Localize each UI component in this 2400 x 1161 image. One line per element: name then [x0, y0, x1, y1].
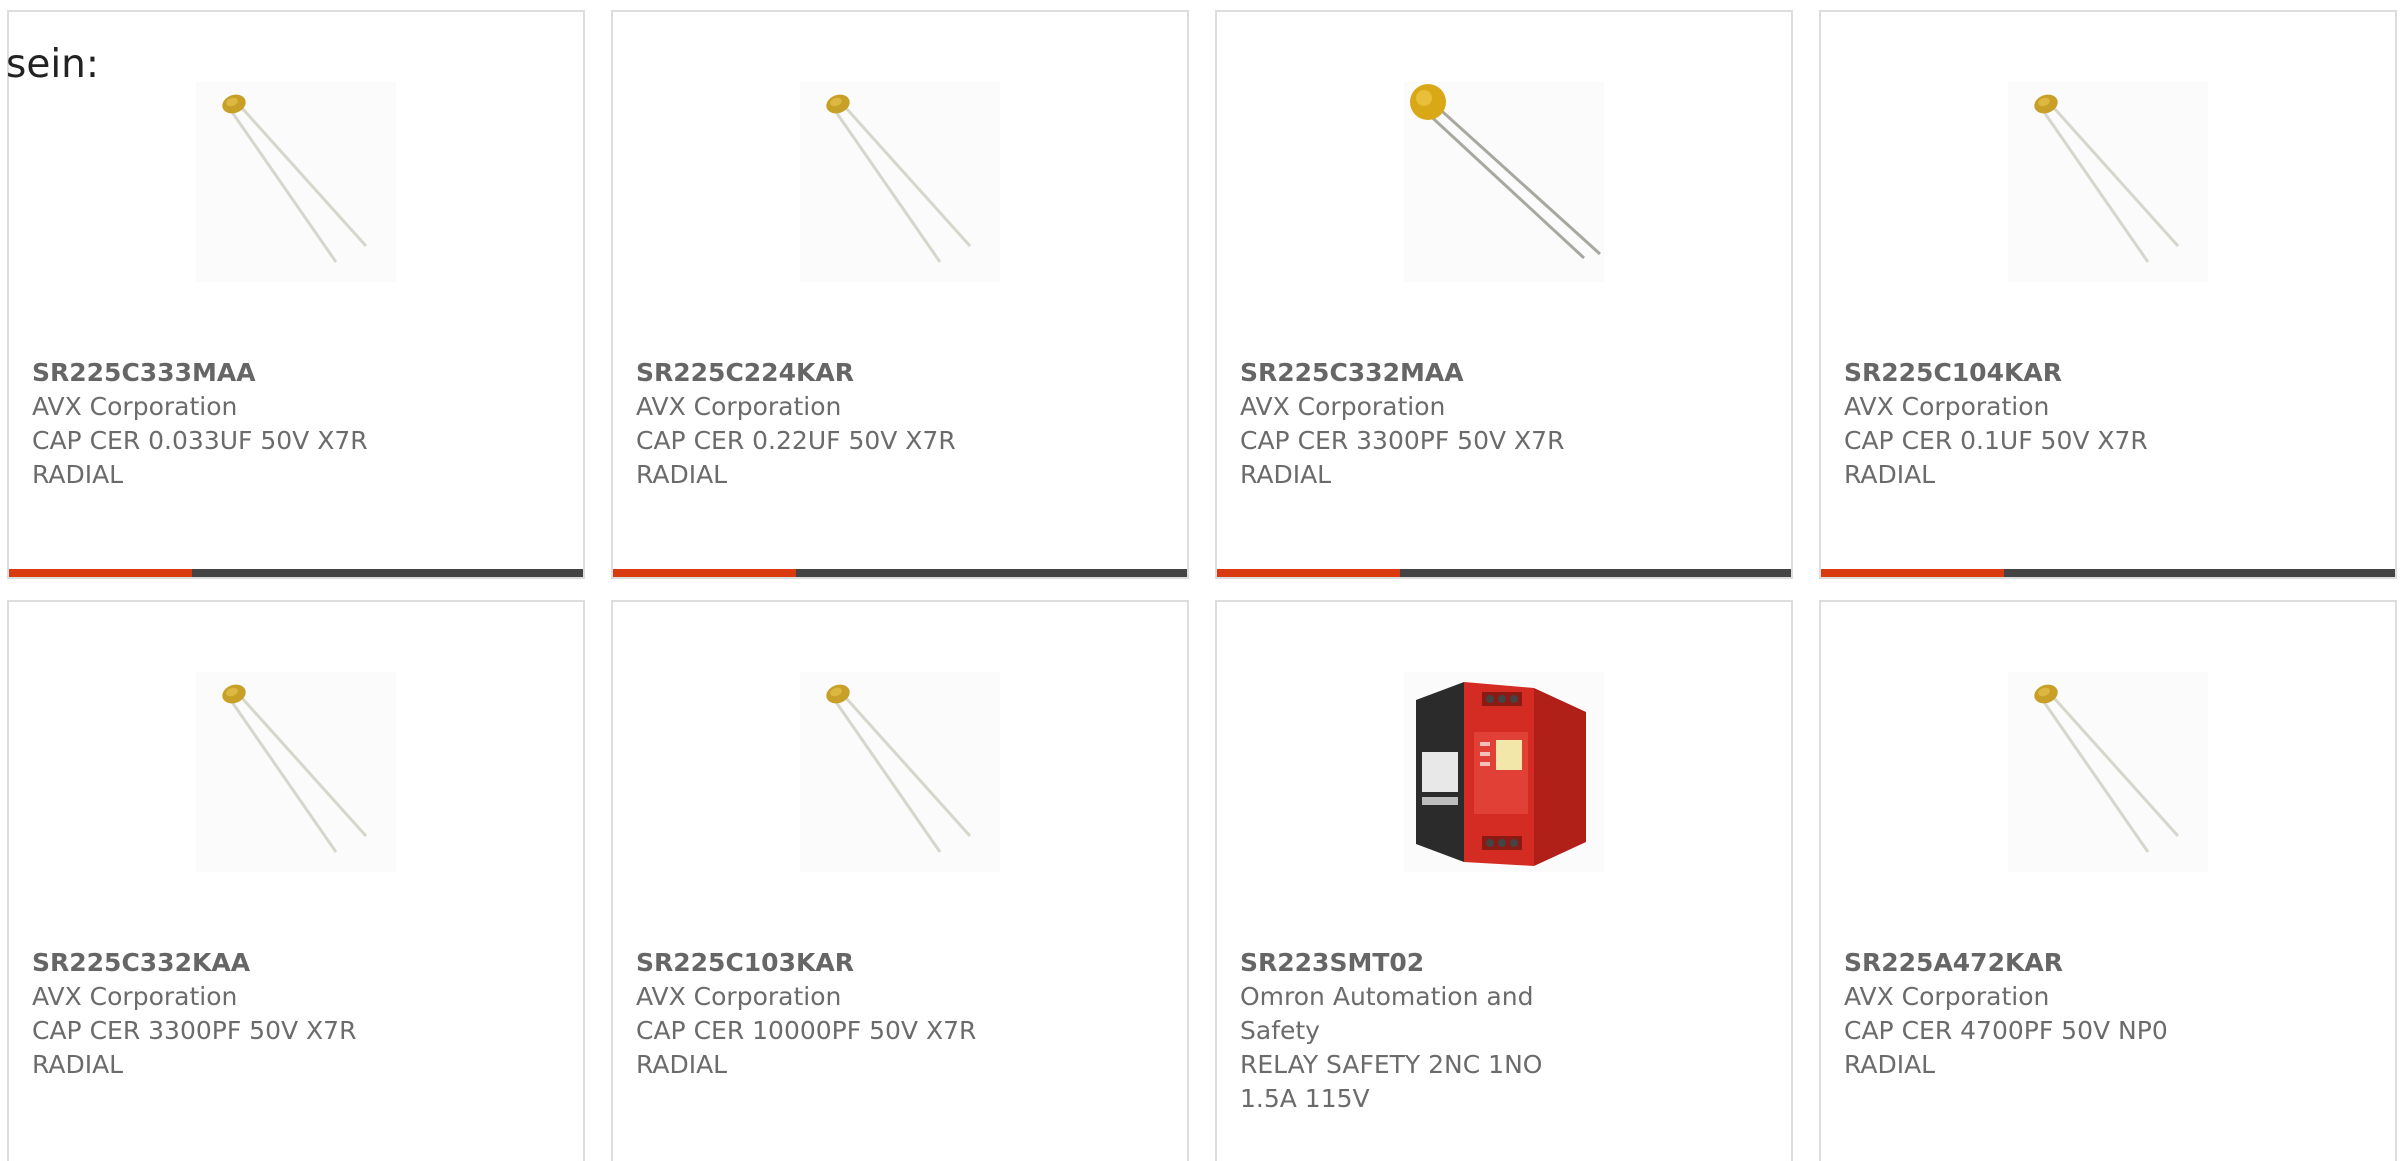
product-info: SR225C332KAA AVX Corporation CAP CER 330… — [32, 946, 392, 1082]
manufacturer: AVX Corporation — [636, 982, 842, 1011]
description: CAP CER 3300PF 50V X7R RADIAL — [1240, 426, 1565, 489]
product-card[interactable]: SR225C332MAA AVX Corporation CAP CER 330… — [1215, 10, 1793, 579]
product-image[interactable] — [1404, 672, 1604, 872]
card-accent — [9, 569, 192, 577]
description: RELAY SAFETY 2NC 1NO 1.5A 115V — [1240, 1050, 1543, 1113]
manufacturer: AVX Corporation — [1844, 392, 2050, 421]
ceramic-capacitor-icon — [1410, 84, 1602, 260]
product-card[interactable]: SR225C103KAR AVX Corporation CAP CER 100… — [611, 600, 1189, 1161]
card-accent — [613, 569, 796, 577]
part-number[interactable]: SR223SMT02 — [1240, 946, 1600, 980]
product-info: SR225A472KAR AVX Corporation CAP CER 470… — [1844, 946, 2204, 1082]
part-number[interactable]: SR225C332MAA — [1240, 356, 1600, 390]
description: CAP CER 0.22UF 50V X7R RADIAL — [636, 426, 956, 489]
product-image[interactable] — [1404, 82, 1604, 282]
card-accent — [1821, 569, 2004, 577]
part-number[interactable]: SR225C332KAA — [32, 946, 392, 980]
part-number[interactable]: SR225C104KAR — [1844, 356, 2204, 390]
section-heading: sein: — [6, 42, 100, 87]
product-info: SR225C104KAR AVX Corporation CAP CER 0.1… — [1844, 356, 2204, 492]
part-number[interactable]: SR225C224KAR — [636, 356, 996, 390]
ceramic-capacitor-icon — [222, 94, 368, 263]
product-image[interactable] — [2008, 82, 2208, 282]
product-grid: SR225C333MAA AVX Corporation CAP CER 0.0… — [0, 0, 2400, 1161]
product-card[interactable]: SR223SMT02 Omron Automation and Safety R… — [1215, 600, 1793, 1161]
part-number[interactable]: SR225C103KAR — [636, 946, 996, 980]
manufacturer: AVX Corporation — [1844, 982, 2050, 1011]
product-image[interactable] — [800, 82, 1000, 282]
manufacturer: AVX Corporation — [1240, 392, 1446, 421]
card-bottom-bar — [9, 569, 583, 577]
part-number[interactable]: SR225A472KAR — [1844, 946, 2204, 980]
ceramic-capacitor-icon — [2034, 94, 2180, 263]
product-info: SR225C332MAA AVX Corporation CAP CER 330… — [1240, 356, 1600, 492]
description: CAP CER 4700PF 50V NP0 RADIAL — [1844, 1016, 2168, 1079]
product-card[interactable]: SR225C224KAR AVX Corporation CAP CER 0.2… — [611, 10, 1189, 579]
product-info: SR225C333MAA AVX Corporation CAP CER 0.0… — [32, 356, 392, 492]
description: CAP CER 0.1UF 50V X7R RADIAL — [1844, 426, 2148, 489]
product-card[interactable]: SR225C104KAR AVX Corporation CAP CER 0.1… — [1819, 10, 2397, 579]
product-image[interactable] — [2008, 672, 2208, 872]
ceramic-capacitor-icon — [2034, 684, 2180, 853]
card-accent — [1217, 569, 1400, 577]
product-image[interactable] — [196, 672, 396, 872]
safety-relay-icon — [1416, 682, 1586, 866]
description: CAP CER 10000PF 50V X7R RADIAL — [636, 1016, 977, 1079]
product-info: SR225C224KAR AVX Corporation CAP CER 0.2… — [636, 356, 996, 492]
card-bottom-bar — [1821, 569, 2395, 577]
ceramic-capacitor-icon — [826, 94, 972, 263]
product-card[interactable]: SR225C333MAA AVX Corporation CAP CER 0.0… — [7, 10, 585, 579]
card-bottom-bar — [1217, 569, 1791, 577]
product-info: SR223SMT02 Omron Automation and Safety R… — [1240, 946, 1600, 1116]
product-image[interactable] — [800, 672, 1000, 872]
manufacturer: AVX Corporation — [32, 392, 238, 421]
description: CAP CER 3300PF 50V X7R RADIAL — [32, 1016, 357, 1079]
part-number[interactable]: SR225C333MAA — [32, 356, 392, 390]
product-card[interactable]: SR225C332KAA AVX Corporation CAP CER 330… — [7, 600, 585, 1161]
product-info: SR225C103KAR AVX Corporation CAP CER 100… — [636, 946, 996, 1082]
page: SR225C333MAA AVX Corporation CAP CER 0.0… — [0, 0, 2400, 1161]
card-bottom-bar — [613, 569, 1187, 577]
product-card[interactable]: SR225A472KAR AVX Corporation CAP CER 470… — [1819, 600, 2397, 1161]
manufacturer: Omron Automation and Safety — [1240, 982, 1534, 1045]
ceramic-capacitor-icon — [222, 684, 368, 853]
manufacturer: AVX Corporation — [636, 392, 842, 421]
description: CAP CER 0.033UF 50V X7R RADIAL — [32, 426, 368, 489]
product-image[interactable] — [196, 82, 396, 282]
ceramic-capacitor-icon — [826, 684, 972, 853]
manufacturer: AVX Corporation — [32, 982, 238, 1011]
